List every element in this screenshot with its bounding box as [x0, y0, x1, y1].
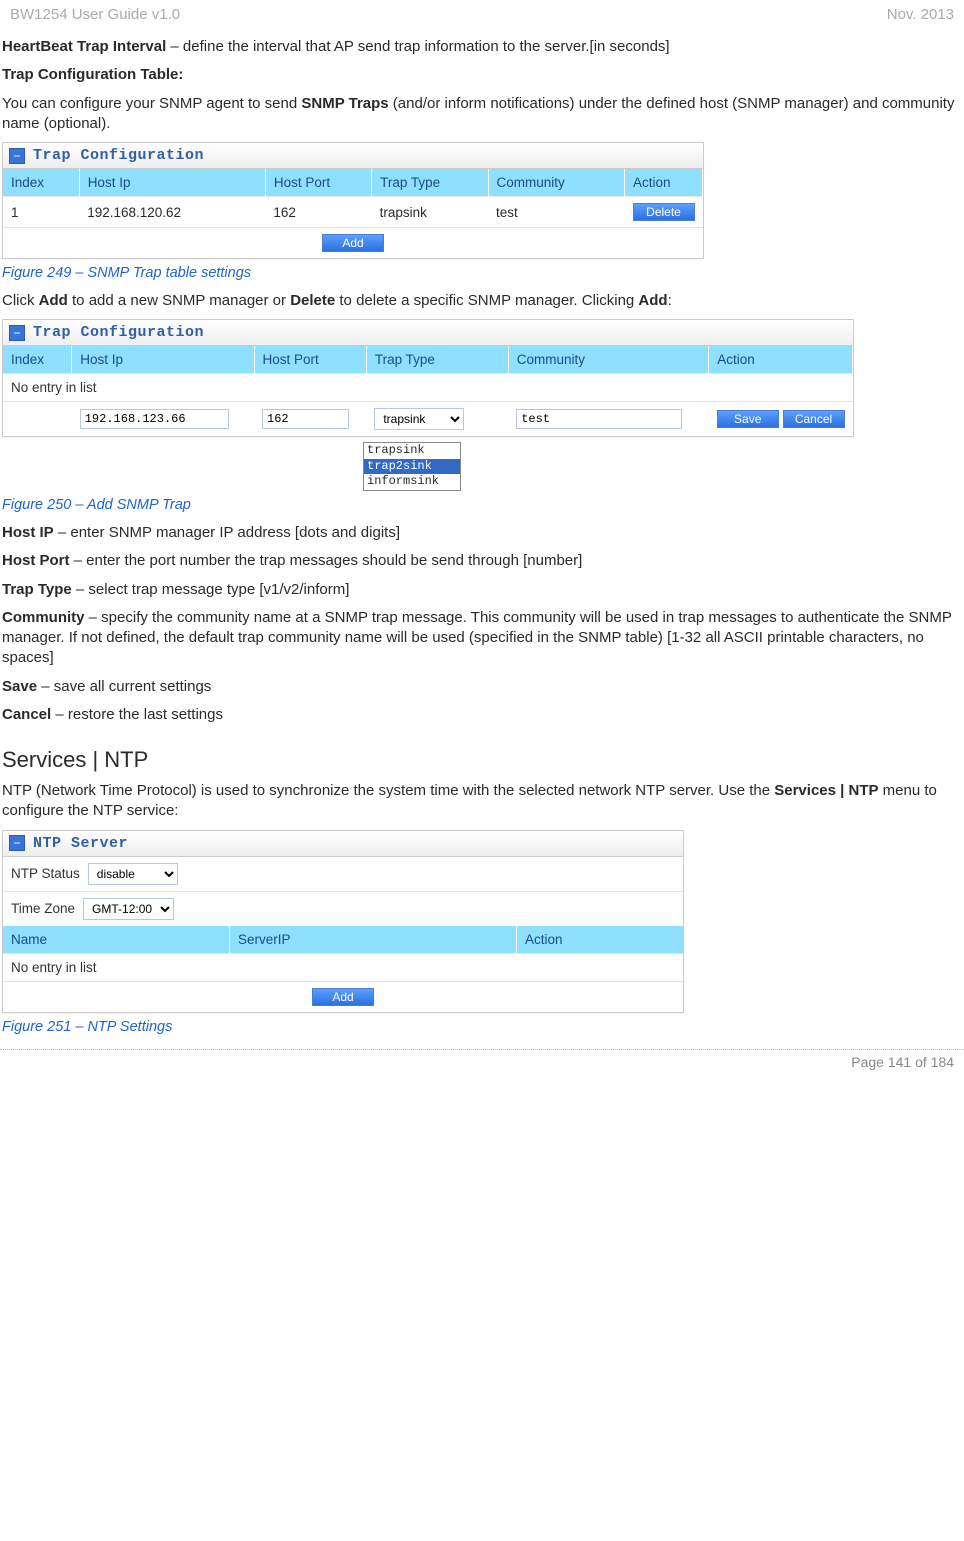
add-delete-instruction: Click Add to add a new SNMP manager or D…: [2, 291, 962, 311]
trap-config-intro-bold: SNMP Traps: [301, 95, 388, 112]
ntp-th-name: Name: [3, 926, 229, 953]
community-input[interactable]: [516, 409, 682, 429]
hostip-desc: Host IP – enter SNMP manager IP address …: [2, 523, 962, 543]
ntp-tz-label: Time Zone: [11, 901, 75, 916]
ntp-th-action: Action: [516, 926, 683, 953]
table-row: 1 192.168.120.62 162 trapsink test Delet…: [3, 197, 703, 228]
th2-action: Action: [709, 346, 853, 374]
trap-table-panel-1: − Trap Configuration Index Host Ip Host …: [2, 142, 704, 259]
th-hostip: Host Ip: [79, 169, 265, 197]
dropdown-option-trap2sink[interactable]: trap2sink: [364, 459, 460, 475]
traptype-txt: – select trap message type [v1/v2/inform…: [72, 581, 350, 598]
p4e: to delete a specific SNMP manager. Click…: [335, 292, 638, 309]
save-lbl: Save: [2, 678, 37, 695]
figure-249-caption: Figure 249 – SNMP Trap table settings: [2, 265, 962, 281]
ntp-th-serverip: ServerIP: [229, 926, 516, 953]
ntp-intro: NTP (Network Time Protocol) is used to s…: [2, 781, 962, 822]
hostport-input[interactable]: [262, 409, 349, 429]
save-button[interactable]: Save: [717, 410, 779, 428]
ntp-status-select[interactable]: disable: [88, 863, 178, 885]
ntp-noentry: No entry in list: [3, 953, 683, 981]
ntp-status-label: NTP Status: [11, 866, 80, 881]
ntp-panel: − NTP Server NTP Status disable Time Zon…: [2, 830, 684, 1013]
cancel-lbl: Cancel: [2, 706, 51, 723]
th2-traptype: Trap Type: [366, 346, 508, 374]
add-button[interactable]: Add: [322, 234, 384, 252]
hostport-desc: Host Port – enter the port number the tr…: [2, 551, 962, 571]
dropdown-option-trapsink[interactable]: trapsink: [364, 443, 460, 459]
panel-toggle-icon[interactable]: −: [9, 148, 25, 164]
ntp-tz-select[interactable]: GMT-12:00: [83, 898, 174, 920]
table-row-noentry: No entry in list: [3, 374, 853, 402]
trap-config-intro-a: You can configure your SNMP agent to sen…: [2, 95, 301, 112]
traptype-desc: Trap Type – select trap message type [v1…: [2, 580, 962, 600]
cell-index: 1: [3, 197, 79, 228]
heartbeat-text: – define the interval that AP send trap …: [166, 38, 669, 55]
p4b: Add: [39, 292, 68, 309]
p4f: Add: [638, 292, 667, 309]
th2-index: Index: [3, 346, 72, 374]
community-lbl: Community: [2, 609, 85, 626]
hostip-input[interactable]: [80, 409, 230, 429]
trap-table-1: Index Host Ip Host Port Trap Type Commun…: [3, 169, 703, 227]
trap-table-2: Index Host Ip Host Port Trap Type Commun…: [3, 346, 853, 436]
save-desc: Save – save all current settings: [2, 677, 962, 697]
panel-title-2: Trap Configuration: [33, 324, 204, 341]
th2-hostip: Host Ip: [72, 346, 254, 374]
dropdown-option-informsink[interactable]: informsink: [364, 474, 460, 490]
traptype-dropdown-open: trapsink trap2sink informsink: [363, 443, 962, 491]
cell-traptype: trapsink: [372, 197, 488, 228]
ntp-panel-title: NTP Server: [33, 835, 128, 852]
panel-toggle-icon[interactable]: −: [9, 325, 25, 341]
heartbeat-label: HeartBeat Trap Interval: [2, 38, 166, 55]
hostip-txt: – enter SNMP manager IP address [dots an…: [54, 524, 400, 541]
trap-config-intro: You can configure your SNMP agent to sen…: [2, 94, 962, 135]
figure-251-caption: Figure 251 – NTP Settings: [2, 1019, 962, 1035]
cancel-button[interactable]: Cancel: [783, 410, 845, 428]
save-txt: – save all current settings: [37, 678, 211, 695]
doc-title: BW1254 User Guide v1.0: [10, 6, 180, 23]
cancel-txt: – restore the last settings: [51, 706, 223, 723]
page-number: Page 141 of 184: [851, 1054, 954, 1070]
no-entry-cell: No entry in list: [3, 374, 853, 402]
ntp-add-button[interactable]: Add: [312, 988, 374, 1006]
th-action: Action: [625, 169, 703, 197]
hostip-lbl: Host IP: [2, 524, 54, 541]
p4c: to add a new SNMP manager or: [68, 292, 290, 309]
ntp-intro-a: NTP (Network Time Protocol) is used to s…: [2, 782, 774, 799]
cell-hostip: 192.168.120.62: [79, 197, 265, 228]
trap-config-title: Trap Configuration Table:: [2, 65, 962, 85]
trap-table-panel-2: − Trap Configuration Index Host Ip Host …: [2, 319, 854, 437]
hostport-lbl: Host Port: [2, 552, 70, 569]
cancel-desc: Cancel – restore the last settings: [2, 705, 962, 725]
th-traptype: Trap Type: [372, 169, 488, 197]
figure-250-caption: Figure 250 – Add SNMP Trap: [2, 497, 962, 513]
heartbeat-paragraph: HeartBeat Trap Interval – define the int…: [2, 37, 962, 57]
p4a: Click: [2, 292, 39, 309]
cell-hostport: 162: [265, 197, 371, 228]
p4d: Delete: [290, 292, 335, 309]
th-hostport: Host Port: [265, 169, 371, 197]
doc-date: Nov. 2013: [887, 6, 954, 23]
community-desc: Community – specify the community name a…: [2, 608, 962, 669]
traptype-lbl: Trap Type: [2, 581, 72, 598]
panel-title-1: Trap Configuration: [33, 147, 204, 164]
cell-community: test: [488, 197, 624, 228]
community-txt: – specify the community name at a SNMP t…: [2, 609, 952, 667]
th2-hostport: Host Port: [254, 346, 366, 374]
trap-config-title-text: Trap Configuration Table:: [2, 66, 183, 83]
hostport-txt: – enter the port number the trap message…: [70, 552, 583, 569]
p4g: :: [668, 292, 672, 309]
panel-toggle-icon[interactable]: −: [9, 835, 25, 851]
traptype-select[interactable]: trapsink: [374, 408, 464, 430]
th-index: Index: [3, 169, 79, 197]
th-community: Community: [488, 169, 624, 197]
delete-button[interactable]: Delete: [633, 203, 695, 221]
ntp-heading: Services | NTP: [2, 747, 962, 773]
ntp-intro-b: Services | NTP: [774, 782, 878, 799]
table-row-edit: trapsink Save Cancel: [3, 402, 853, 437]
th2-community: Community: [508, 346, 709, 374]
